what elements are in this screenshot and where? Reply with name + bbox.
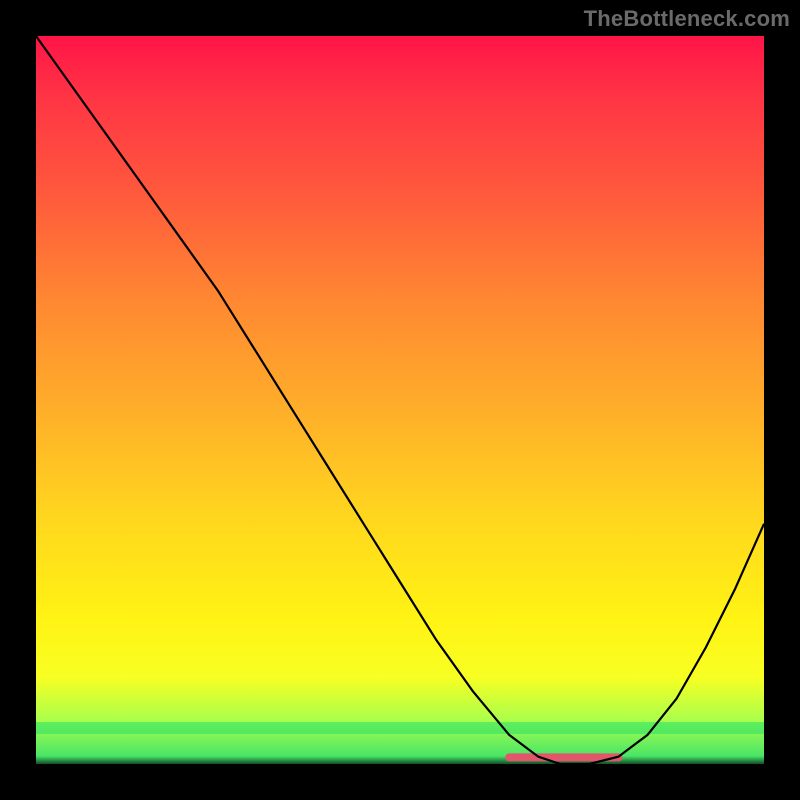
watermark-text: TheBottleneck.com (584, 6, 790, 32)
chart-stage: TheBottleneck.com (0, 0, 800, 800)
bottleneck-curve-line (36, 36, 764, 764)
plot-area (36, 36, 764, 764)
curve-svg (36, 36, 764, 764)
